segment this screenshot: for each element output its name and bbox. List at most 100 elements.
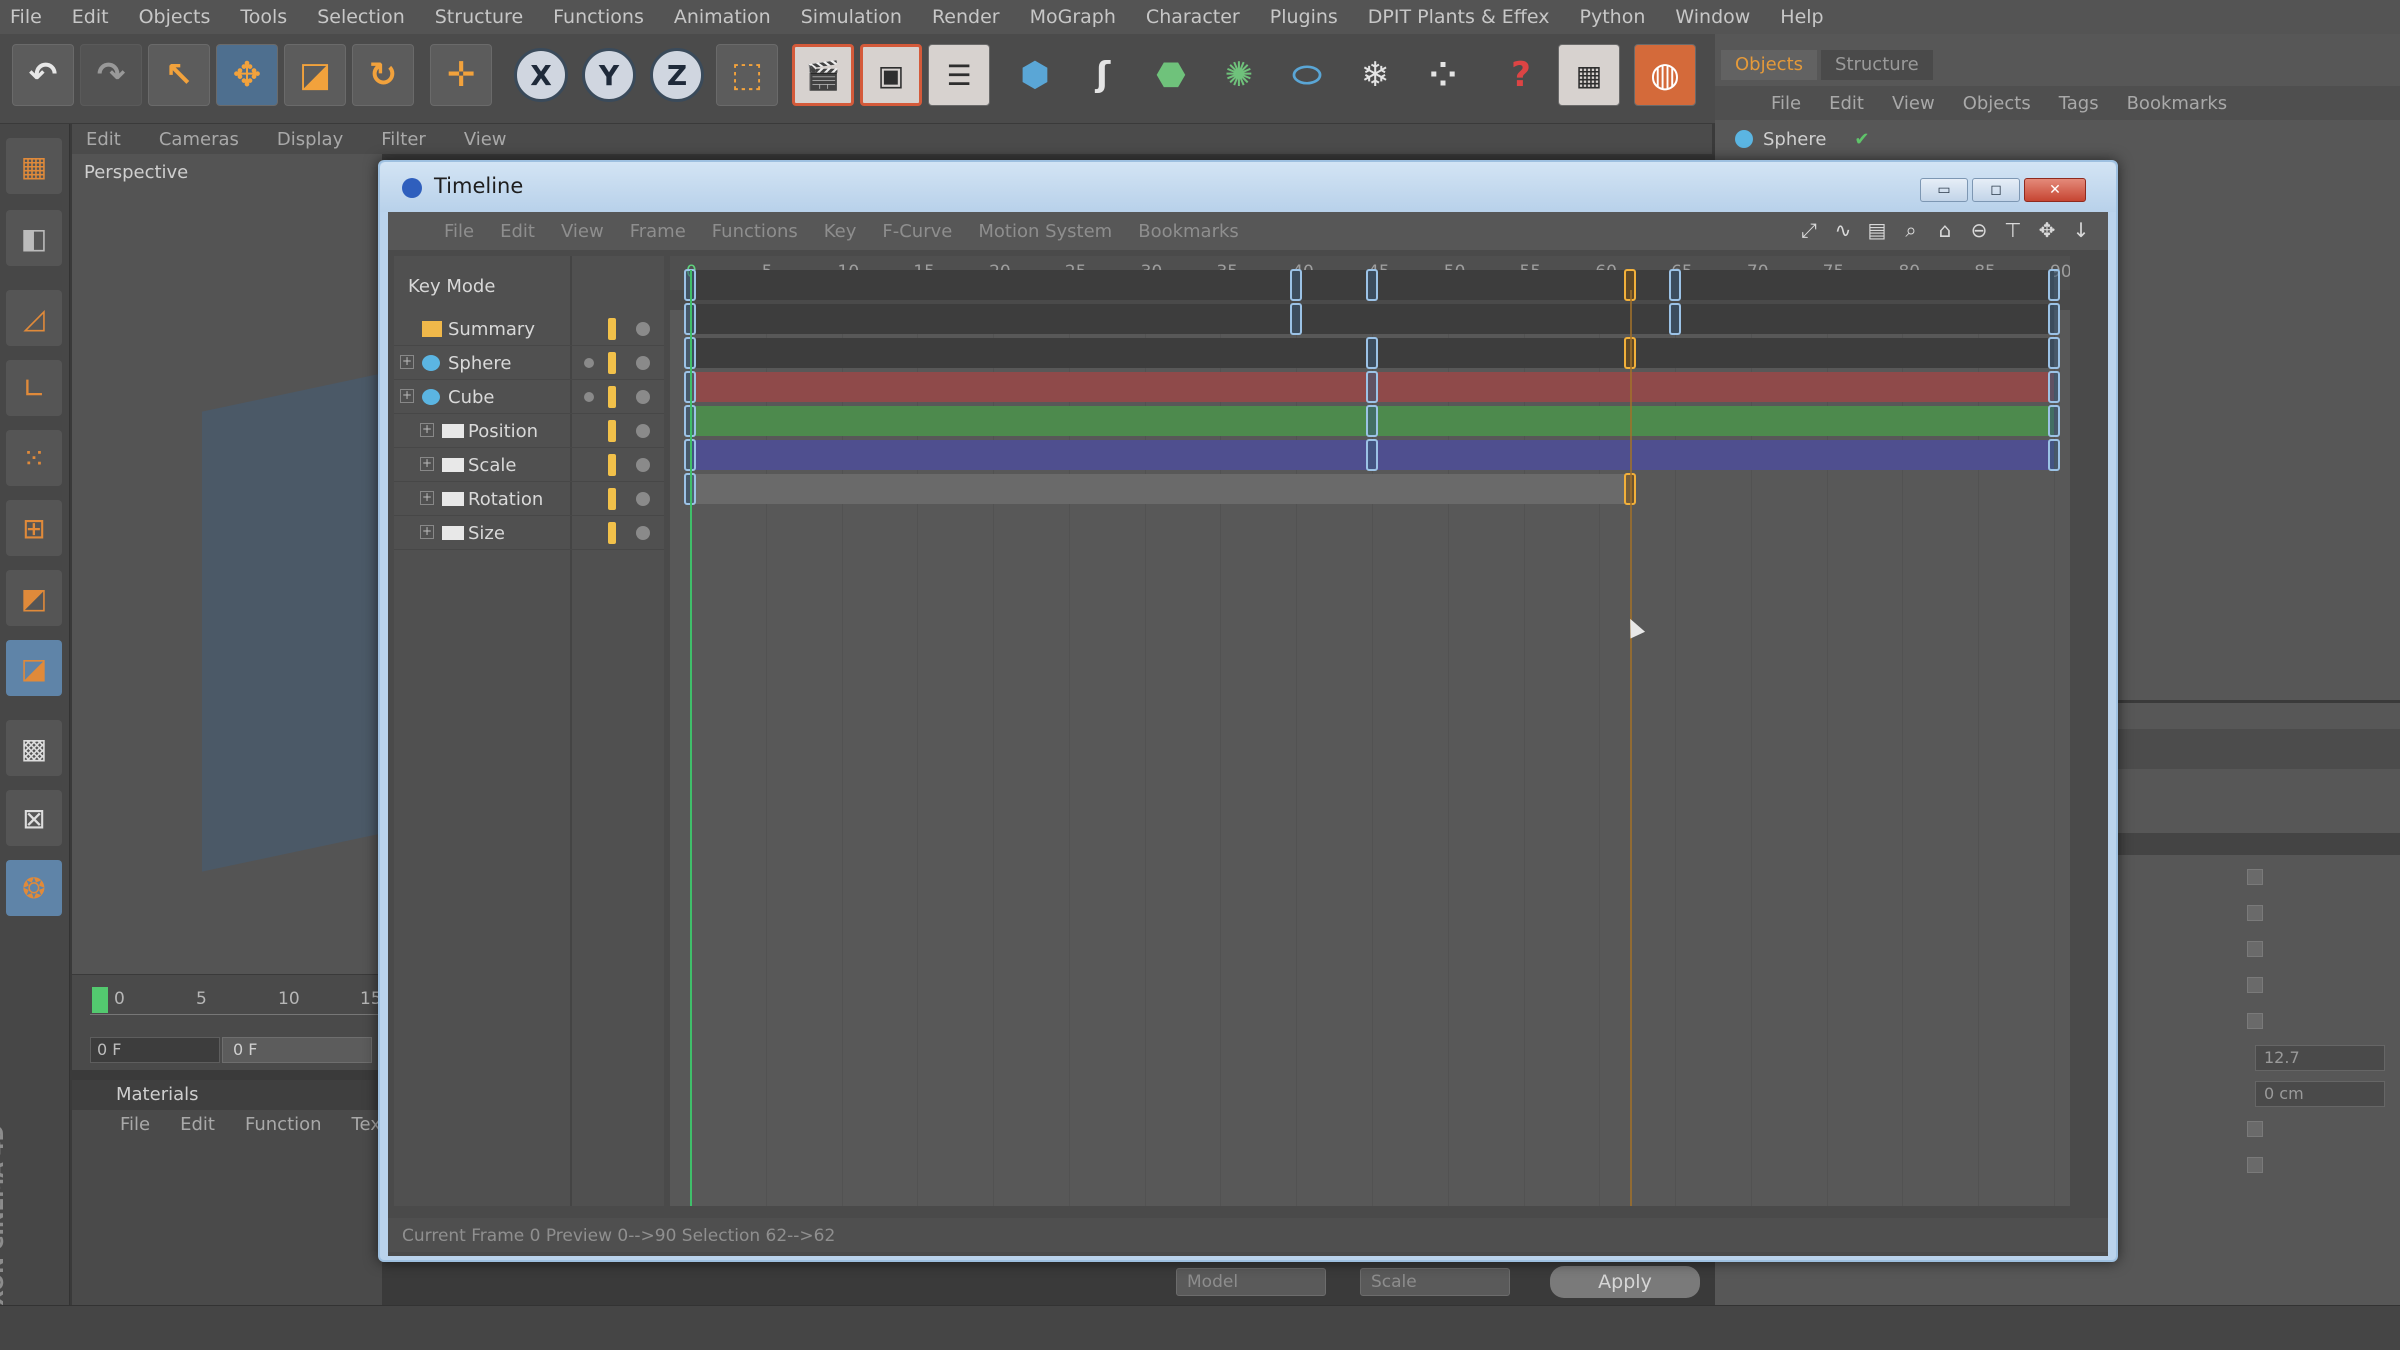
track-solo-icon[interactable]: [636, 424, 650, 438]
viewport-menu-item-4[interactable]: View: [464, 129, 507, 150]
render-view-icon[interactable]: 🎬: [792, 44, 854, 106]
object-row-sphere[interactable]: Sphere ✔: [1725, 124, 1870, 154]
menu-item-9[interactable]: Render: [932, 6, 1000, 28]
objects-menu-item-4[interactable]: Tags: [2059, 93, 2099, 114]
scale-select[interactable]: Scale: [1360, 1268, 1510, 1296]
attribute-checkbox[interactable]: [2247, 1157, 2263, 1173]
keyframe[interactable]: [1366, 337, 1378, 369]
current-frame-field[interactable]: 0 F: [90, 1037, 220, 1063]
menu-item-8[interactable]: Simulation: [801, 6, 902, 28]
keyframe[interactable]: [1669, 303, 1682, 335]
timeline-menu-item-6[interactable]: F-Curve: [882, 221, 952, 242]
track-row-sphere[interactable]: + Sphere: [394, 346, 664, 380]
polygons-mode-icon[interactable]: ◩: [6, 570, 62, 626]
select-arrow-icon[interactable]: ↖: [148, 44, 210, 106]
timeline-titlebar[interactable]: Timeline ▭ ◻ ✕: [380, 162, 2116, 212]
filter-icon[interactable]: ⊤: [1998, 218, 2028, 244]
objects-menu-item-5[interactable]: Bookmarks: [2127, 93, 2228, 114]
timeline-menu-item-5[interactable]: Key: [824, 221, 857, 242]
materials-menu-item-3[interactable]: Tex: [352, 1114, 381, 1144]
minimize-button[interactable]: ▭: [1920, 178, 1968, 202]
timeline-menu-item-1[interactable]: Edit: [500, 221, 535, 242]
menu-item-12[interactable]: Plugins: [1270, 6, 1338, 28]
deformer-icon[interactable]: ⬭: [1276, 44, 1338, 106]
track-lock-icon[interactable]: [608, 386, 616, 408]
nurbs-icon[interactable]: ⬣: [1140, 44, 1202, 106]
keyframe[interactable]: [1366, 439, 1378, 471]
menu-item-13[interactable]: DPIT Plants & Effex: [1368, 6, 1550, 28]
track-row-cube[interactable]: + Cube: [394, 380, 664, 414]
model-mode-icon[interactable]: ▦: [6, 138, 62, 194]
fcurve-mode-icon[interactable]: ∿: [1828, 218, 1858, 244]
viewport-menu-item-2[interactable]: Display: [277, 129, 343, 150]
attribute-checkbox[interactable]: [2247, 941, 2263, 957]
maximize-button[interactable]: ◻: [1972, 178, 2020, 202]
objects-menu-item-2[interactable]: View: [1892, 93, 1935, 114]
search-icon[interactable]: ⌕: [1896, 218, 1926, 244]
viewport-menu-item-3[interactable]: Filter: [381, 129, 426, 150]
attribute-checkbox[interactable]: [2247, 977, 2263, 993]
key-mode-icon[interactable]: ⤢: [1794, 218, 1824, 244]
attribute-checkbox[interactable]: [2247, 1121, 2263, 1137]
rotate-icon[interactable]: ↻: [352, 44, 414, 106]
particle-icon[interactable]: ⁘: [1412, 44, 1474, 106]
mini-timeline-cursor[interactable]: [92, 987, 108, 1013]
track-lock-icon[interactable]: [608, 488, 616, 510]
menu-item-4[interactable]: Selection: [317, 6, 405, 28]
render-region-icon[interactable]: ◍: [1634, 44, 1696, 106]
track-row-summary[interactable]: Summary: [394, 312, 664, 346]
track-lock-icon[interactable]: [608, 352, 616, 374]
track-lock-icon[interactable]: [608, 454, 616, 476]
menu-item-15[interactable]: Window: [1675, 6, 1750, 28]
viewport-menu-item-0[interactable]: Edit: [86, 129, 121, 150]
checker-icon[interactable]: ▩: [6, 720, 62, 776]
attribute-checkbox[interactable]: [2247, 1013, 2263, 1029]
menu-item-0[interactable]: File: [10, 6, 42, 28]
keyframe[interactable]: [2048, 405, 2060, 437]
keyframe[interactable]: [1290, 269, 1303, 301]
keyframe[interactable]: [1290, 303, 1303, 335]
timeline-menu-item-0[interactable]: File: [444, 221, 474, 242]
viewport[interactable]: Perspective: [72, 154, 382, 974]
keyframe[interactable]: [2048, 439, 2060, 471]
workplane-icon[interactable]: ◿: [6, 290, 62, 346]
keyframe[interactable]: [1366, 371, 1378, 403]
link-icon[interactable]: ⊖: [1964, 218, 1994, 244]
menu-item-3[interactable]: Tools: [240, 6, 287, 28]
keyframe[interactable]: [2048, 371, 2060, 403]
keyframe[interactable]: [1366, 405, 1378, 437]
objects-menu-item-0[interactable]: File: [1771, 93, 1801, 114]
visibility-dot-icon[interactable]: [584, 392, 594, 402]
current-frame-line[interactable]: [690, 270, 692, 1206]
track-lock-icon[interactable]: [608, 318, 616, 340]
keyframe[interactable]: [1366, 269, 1378, 301]
coordinate-system-icon[interactable]: ⬚: [716, 44, 778, 106]
track-solo-icon[interactable]: [636, 458, 650, 472]
menu-item-1[interactable]: Edit: [72, 6, 109, 28]
menu-item-5[interactable]: Structure: [435, 6, 523, 28]
tab-objects[interactable]: Objects: [1721, 50, 1818, 80]
snap-icon[interactable]: ⊠: [6, 790, 62, 846]
track-solo-icon[interactable]: [636, 492, 650, 506]
preview-frame-field[interactable]: 0 F: [222, 1037, 372, 1063]
render-picture-viewer-icon[interactable]: ▣: [860, 44, 922, 106]
edges-mode-icon[interactable]: ⊞: [6, 500, 62, 556]
keyframe[interactable]: [1669, 269, 1682, 301]
expand-toggle-icon[interactable]: +: [420, 491, 434, 505]
close-button[interactable]: ✕: [2024, 178, 2086, 202]
texture-mode-icon[interactable]: ◧: [6, 210, 62, 266]
timeline-menu-item-3[interactable]: Frame: [630, 221, 686, 242]
track-row-position[interactable]: + Position: [394, 414, 664, 448]
scale-icon[interactable]: ◪: [284, 44, 346, 106]
timeline-menu-item-8[interactable]: Bookmarks: [1138, 221, 1239, 242]
tab-structure[interactable]: Structure: [1821, 50, 1933, 80]
timeline-menu-item-2[interactable]: View: [561, 221, 604, 242]
sculpt-icon[interactable]: ❂: [6, 860, 62, 916]
render-settings-icon[interactable]: ☰: [928, 44, 990, 106]
x-axis-lock-button[interactable]: X: [514, 48, 568, 102]
expand-toggle-icon[interactable]: +: [420, 423, 434, 437]
home-icon[interactable]: ⌂: [1930, 218, 1960, 244]
y-axis-lock-button[interactable]: Y: [582, 48, 636, 102]
menu-item-10[interactable]: MoGraph: [1030, 6, 1116, 28]
expand-toggle-icon[interactable]: +: [400, 389, 414, 403]
